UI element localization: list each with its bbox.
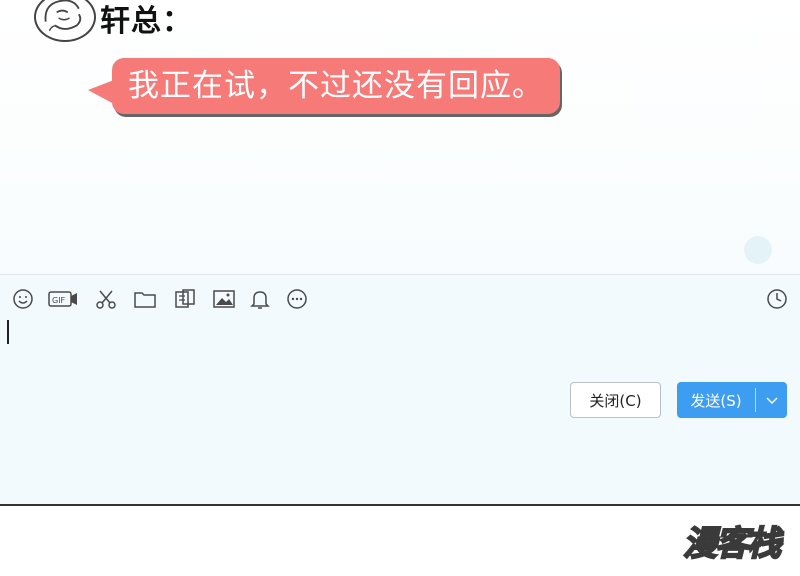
decorative-dot — [744, 236, 772, 264]
bubble-tail — [88, 80, 114, 104]
folder-icon[interactable] — [133, 288, 157, 310]
send-options-dropdown[interactable] — [756, 393, 787, 407]
scissors-icon[interactable] — [94, 288, 118, 310]
bell-icon[interactable] — [248, 288, 272, 310]
send-button-label: 发送(S) — [690, 391, 742, 410]
chevron-down-icon — [765, 397, 778, 405]
close-button-label: 关闭(C) — [589, 391, 642, 410]
emoji-icon[interactable] — [11, 288, 35, 310]
avatar-sketch-icon — [44, 0, 82, 32]
message-bubble: 我正在试，不过还没有回应。 — [112, 58, 560, 114]
svg-text:GIF: GIF — [52, 296, 66, 305]
history-icon[interactable] — [765, 288, 789, 310]
chat-window: 轩总： 我正在试，不过还没有回应。 GIF 关闭(C) 发送(S) — [0, 0, 800, 506]
sender-name: 轩总： — [100, 4, 193, 39]
file-transfer-icon[interactable] — [173, 288, 197, 310]
watermark-logo: 漫客栈 — [682, 523, 782, 565]
close-button[interactable]: 关闭(C) — [570, 382, 661, 418]
image-icon[interactable] — [212, 288, 236, 310]
gif-icon[interactable]: GIF — [48, 288, 78, 310]
text-cursor — [7, 320, 9, 344]
avatar — [34, 0, 96, 42]
send-button[interactable]: 发送(S) — [677, 382, 787, 418]
more-icon[interactable] — [285, 288, 309, 310]
